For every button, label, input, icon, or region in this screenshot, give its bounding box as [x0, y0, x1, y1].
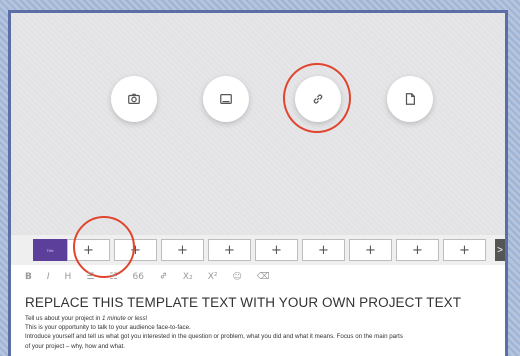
thumbnail-label: Title	[46, 247, 54, 253]
numbered-list-button[interactable]: ☷	[109, 272, 117, 282]
editor-line: Introduce yourself and tell us what got …	[25, 333, 403, 341]
editor-line: Tell us about your project in 1 minute o…	[25, 314, 495, 323]
add-photo-button[interactable]	[111, 76, 157, 122]
bullet-list-button[interactable]: ☰	[86, 272, 94, 282]
add-document-button[interactable]	[387, 76, 433, 122]
bold-button[interactable]: B	[25, 272, 32, 282]
add-slide-slot[interactable]: +	[161, 239, 204, 261]
add-slide-slot[interactable]: +	[208, 239, 251, 261]
media-area	[11, 13, 505, 235]
quote-button[interactable]: 66	[132, 272, 143, 282]
add-image-button[interactable]	[203, 76, 249, 122]
line1-emphasis: 1 minute or less	[102, 315, 146, 322]
add-slide-slot[interactable]: +	[67, 239, 110, 261]
text-editor[interactable]: REPLACE THIS TEMPLATE TEXT WITH YOUR OWN…	[25, 295, 495, 351]
clear-format-button[interactable]: ⌫	[257, 272, 270, 282]
add-link-button[interactable]	[295, 76, 341, 122]
editor-line: This is your opportunity to talk to your…	[25, 324, 191, 332]
slide-thumbnail[interactable]: Title	[33, 239, 67, 261]
app-frame: Title + + + + + + + + + > B I H ☰ ☷ 66 X…	[8, 10, 508, 356]
line1-suffix: !	[145, 315, 148, 322]
italic-button[interactable]: I	[47, 272, 50, 282]
editor-heading: REPLACE THIS TEMPLATE TEXT WITH YOUR OWN…	[25, 295, 462, 310]
add-slide-slot[interactable]: +	[396, 239, 439, 261]
add-slide-slot[interactable]: +	[302, 239, 345, 261]
emoji-button[interactable]: ☺	[232, 272, 241, 282]
subscript-button[interactable]: X₂	[183, 272, 193, 282]
link-icon[interactable]	[159, 271, 168, 283]
add-slide-slot[interactable]: +	[114, 239, 157, 261]
link-icon	[313, 94, 323, 104]
add-slide-slot[interactable]: +	[443, 239, 486, 261]
heading-button[interactable]: H	[65, 272, 72, 282]
format-toolbar: B I H ☰ ☷ 66 X₂ X² ☺ ⌫	[25, 267, 270, 287]
camera-icon	[128, 93, 140, 104]
add-slide-slot[interactable]: +	[255, 239, 298, 261]
add-slide-slot[interactable]: +	[349, 239, 392, 261]
editor-line: of your project – why, how and what.	[25, 342, 125, 350]
slide-strip: Title + + + + + + + + +	[11, 235, 505, 265]
line1-prefix: Tell us about your project in	[25, 315, 103, 322]
strip-scroll-right-button[interactable]: >	[495, 239, 505, 261]
document-icon	[405, 93, 415, 105]
image-icon	[220, 94, 232, 104]
superscript-button[interactable]: X²	[208, 272, 218, 282]
editor-panel: Title + + + + + + + + + > B I H ☰ ☷ 66 X…	[11, 13, 505, 356]
